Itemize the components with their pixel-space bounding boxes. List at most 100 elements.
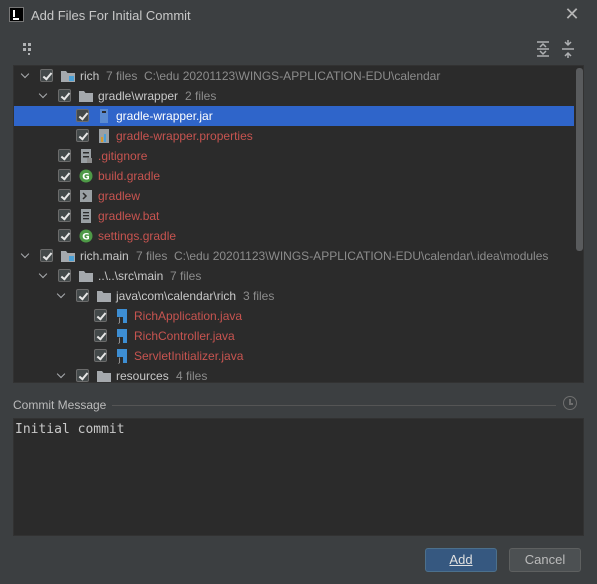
tree-row[interactable]: gradle\wrapper 2 files (14, 86, 574, 106)
tree-row[interactable]: rich.main 7 files C:\edu 20201123\WINGS-AP… (14, 246, 574, 266)
tree-item-label: settings.gradle (98, 229, 177, 243)
tree-row[interactable]: gradle-wrapper.jar (14, 106, 574, 126)
tree-item-label: ServletInitializer.java (134, 349, 244, 363)
include-checkbox[interactable] (76, 289, 89, 302)
group-by-icon[interactable] (20, 40, 38, 58)
svg-text:J: J (118, 337, 121, 344)
tree-item-label: gradle-wrapper.properties (116, 129, 253, 143)
tree-row[interactable]: rich 7 files C:\edu 20201123\WINGS-APPLICA… (14, 66, 574, 86)
include-checkbox[interactable] (94, 329, 107, 342)
tree-item-label: java\com\calendar\rich (116, 289, 237, 303)
include-checkbox[interactable] (76, 109, 89, 122)
file-count: 7 files (136, 249, 168, 263)
tree-item-label: gradlew.bat (98, 209, 160, 223)
gitignore-icon (78, 148, 94, 164)
properties-icon (96, 128, 112, 144)
folder-icon (78, 88, 94, 104)
changes-tree[interactable]: resources 4 files J ServletInitializer.java… (13, 65, 584, 383)
file-count: 7 files (106, 69, 138, 83)
include-checkbox[interactable] (58, 209, 71, 222)
include-checkbox[interactable] (76, 129, 89, 142)
tree-scrollbar-thumb[interactable] (576, 68, 583, 251)
svg-text:G: G (82, 173, 89, 183)
gradle-icon: G (78, 168, 94, 184)
tree-row[interactable]: gradlew (14, 186, 574, 206)
cancel-button[interactable]: Cancel (509, 548, 581, 572)
tree-item-label: rich.main (80, 249, 129, 263)
history-icon[interactable] (563, 396, 577, 410)
include-checkbox[interactable] (58, 149, 71, 162)
tree-row[interactable]: Gbuild.gradle (14, 166, 574, 186)
include-checkbox[interactable] (94, 309, 107, 322)
tree-item-label: gradlew (98, 189, 141, 203)
include-checkbox[interactable] (58, 269, 71, 282)
svg-text:G: G (82, 233, 89, 243)
include-checkbox[interactable] (40, 69, 53, 82)
tree-row[interactable]: .gitignore (14, 146, 574, 166)
tree-item-label: gradle-wrapper.jar (116, 109, 213, 123)
java-icon: J (114, 348, 130, 364)
include-checkbox[interactable] (58, 229, 71, 242)
module-path: C:\edu 20201123\WINGS-APPLICATION-EDU\ca… (144, 69, 441, 83)
commit-message-text[interactable]: Initial commit (15, 422, 125, 437)
tree-item-label: gradle\wrapper (98, 89, 179, 103)
tree-row[interactable]: ..\..\src\main 7 files (14, 266, 574, 286)
collapse-all-icon[interactable] (559, 40, 577, 58)
include-checkbox[interactable] (40, 249, 53, 262)
tree-item-label: RichApplication.java (134, 309, 243, 323)
tree-item-label: .gitignore (98, 149, 148, 163)
close-icon[interactable]: ✕ (562, 4, 582, 24)
tree-row[interactable]: gradle-wrapper.properties (14, 126, 574, 146)
chevron-down-icon[interactable] (56, 366, 66, 382)
java-icon: J (114, 328, 130, 344)
tree-row[interactable]: Gsettings.gradle (14, 226, 574, 246)
module-path: C:\edu 20201123\WINGS-APPLICATION-EDU\ca… (174, 249, 549, 263)
tree-toolbar (14, 40, 584, 60)
folder-icon (96, 288, 112, 304)
tree-item-label: ..\..\src\main (98, 269, 164, 283)
tree-row[interactable]: java\com\calendar\rich 3 files (14, 286, 574, 306)
chevron-down-icon[interactable] (56, 286, 66, 306)
include-checkbox[interactable] (58, 89, 71, 102)
folder-icon (78, 268, 94, 284)
module-icon (60, 68, 76, 84)
title-bar: Add Files For Initial Commit ✕ (0, 0, 597, 31)
add-button-label: Add (449, 552, 473, 567)
include-checkbox[interactable] (94, 349, 107, 362)
add-button[interactable]: Add (425, 548, 497, 572)
text-file-icon (78, 208, 94, 224)
file-count: 4 files (176, 369, 208, 383)
jar-icon (96, 108, 112, 124)
chevron-down-icon[interactable] (20, 246, 30, 266)
tree-item-label: rich (80, 69, 100, 83)
folder-icon (96, 368, 112, 382)
svg-text:J: J (118, 317, 121, 324)
include-checkbox[interactable] (58, 169, 71, 182)
chevron-down-icon[interactable] (38, 86, 48, 106)
include-checkbox[interactable] (58, 189, 71, 202)
gradle-icon: G (78, 228, 94, 244)
module-icon (60, 248, 76, 264)
separator (112, 405, 556, 406)
svg-text:J: J (118, 357, 121, 364)
tree-item-label: build.gradle (98, 169, 161, 183)
tree-item-label: RichController.java (134, 329, 235, 343)
expand-all-icon[interactable] (534, 40, 552, 58)
tree-row[interactable]: resources 4 files (14, 366, 574, 383)
chevron-down-icon[interactable] (20, 66, 30, 86)
tree-row[interactable]: J ServletInitializer.java (14, 346, 574, 366)
java-icon: J (114, 308, 130, 324)
dialog-title: Add Files For Initial Commit (31, 8, 191, 23)
chevron-down-icon[interactable] (38, 266, 48, 286)
tree-row[interactable]: J RichController.java (14, 326, 574, 346)
include-checkbox[interactable] (76, 369, 89, 382)
file-count: 3 files (243, 289, 275, 303)
file-count: 2 files (185, 89, 217, 103)
commit-message-field[interactable]: Initial commit (13, 418, 584, 536)
file-count: 7 files (170, 269, 202, 283)
tree-row[interactable]: gradlew.bat (14, 206, 574, 226)
tree-row[interactable]: J RichApplication.java (14, 306, 574, 326)
shell-icon (78, 188, 94, 204)
tree-item-label: resources (116, 369, 169, 383)
intellij-app-icon (9, 7, 24, 22)
